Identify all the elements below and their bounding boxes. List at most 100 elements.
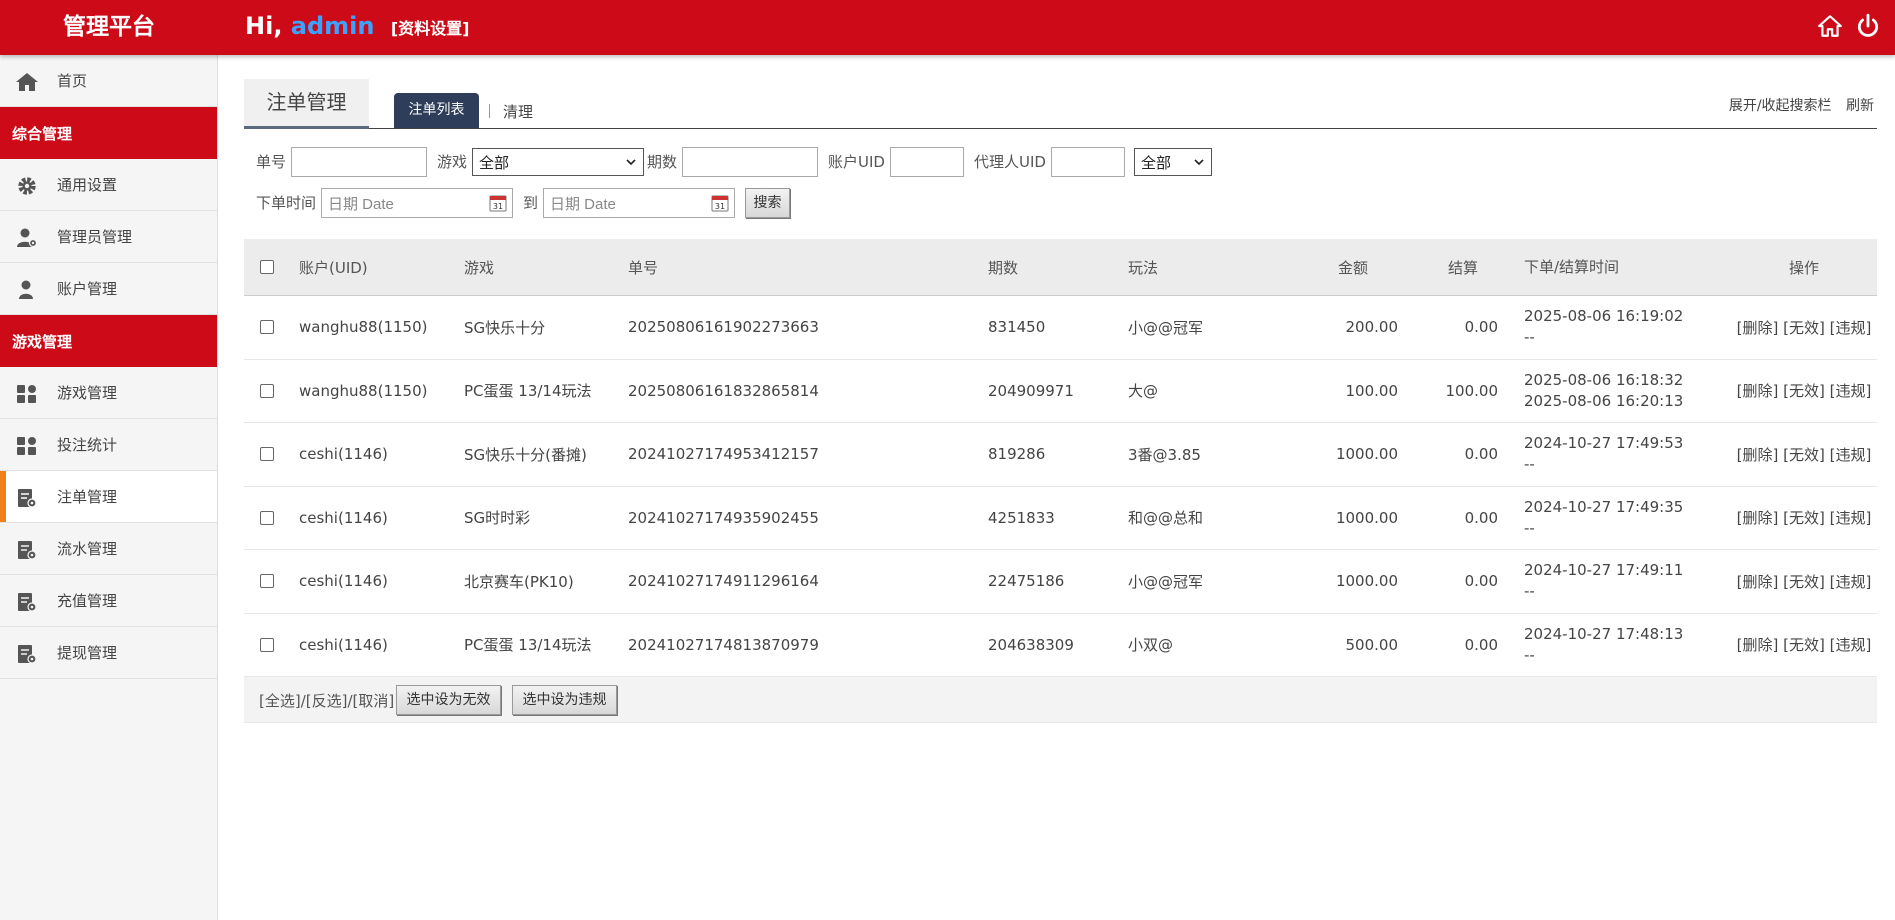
document-settings-icon — [15, 591, 39, 613]
sidebar-item-flow-mgmt[interactable]: 流水管理 — [0, 523, 217, 575]
mark-violation-button[interactable]: 选中设为违规 — [512, 685, 617, 715]
row-actions[interactable]: [删除] [无效] [违规] — [1734, 296, 1874, 359]
period-input[interactable] — [682, 147, 818, 177]
toggle-search-link[interactable]: 展开/收起搜索栏 — [1729, 98, 1832, 114]
header-time: 下单/结算时间 — [1524, 257, 1620, 276]
home-icon[interactable] — [1817, 13, 1843, 39]
row-time: 2025-08-06 16:18:32 2025-08-06 16:20:13 — [1524, 360, 1724, 423]
sidebar: 首页 综合管理 通用设置 管理员管理 账户管理 游戏管理 游戏管理 投注统计 注… — [0, 55, 218, 920]
tab-divider — [489, 104, 490, 118]
user-gear-icon — [15, 227, 39, 249]
calendar-icon[interactable]: 31 — [710, 193, 730, 213]
mark-invalid-button[interactable]: 选中设为无效 — [396, 685, 501, 715]
row-settle: 0.00 — [1464, 508, 1498, 527]
order-no-input[interactable] — [291, 147, 427, 177]
table-row: wanghu88(1150) PC蛋蛋 13/14玩法 202508061618… — [244, 359, 1877, 423]
row-game: 北京赛车(PK10) — [464, 572, 574, 591]
start-date-input[interactable]: 日期 Date 31 — [321, 188, 513, 218]
row-order-no: 20241027174953412157 — [628, 445, 819, 464]
row-account: wanghu88(1150) — [299, 381, 428, 400]
status-select-value: 全部 — [1141, 154, 1172, 172]
document-settings-icon — [15, 643, 39, 665]
row-actions[interactable]: [删除] [无效] [违规] — [1734, 550, 1874, 613]
sidebar-item-label: 通用设置 — [57, 176, 118, 194]
row-order-time: 2024-10-27 17:48:13 — [1524, 624, 1684, 643]
sidebar-item-label: 投注统计 — [57, 436, 118, 454]
row-order-no: 20241027174935902455 — [628, 508, 819, 527]
sidebar-item-label: 提现管理 — [57, 644, 118, 662]
row-play: 小双@ — [1128, 636, 1174, 655]
sidebar-item-withdraw-mgmt[interactable]: 提现管理 — [0, 627, 217, 679]
row-account: ceshi(1146) — [299, 635, 388, 654]
header-account: 账户(UID) — [299, 258, 368, 277]
row-time: 2025-08-06 16:19:02 -- — [1524, 296, 1724, 359]
table-row: ceshi(1146) PC蛋蛋 13/14玩法 202410271748138… — [244, 613, 1877, 677]
header-play: 玩法 — [1128, 258, 1159, 277]
status-select[interactable]: 全部 — [1134, 148, 1212, 176]
sidebar-item-home[interactable]: 首页 — [0, 55, 217, 107]
select-all-checkbox[interactable] — [259, 260, 274, 274]
sidebar-item-label: 首页 — [57, 72, 88, 90]
svg-text:31: 31 — [715, 202, 725, 211]
apps-icon — [15, 383, 39, 405]
calendar-icon[interactable]: 31 — [488, 193, 508, 213]
chevron-down-icon — [626, 159, 636, 166]
row-actions[interactable]: [删除] [无效] [违规] — [1734, 614, 1874, 677]
header-ops: 操作 — [1788, 258, 1819, 277]
search-button[interactable]: 搜索 — [745, 188, 790, 218]
page-title: 注单管理 — [244, 79, 369, 129]
sidebar-item-order-mgmt[interactable]: 注单管理 — [0, 471, 217, 523]
row-account: ceshi(1146) — [299, 572, 388, 591]
sidebar-item-game-mgmt[interactable]: 游戏管理 — [0, 367, 217, 419]
sidebar-item-recharge-mgmt[interactable]: 充值管理 — [0, 575, 217, 627]
row-checkbox[interactable] — [259, 510, 274, 525]
agent-uid-input[interactable] — [1051, 147, 1125, 177]
row-checkbox[interactable] — [259, 574, 274, 589]
start-date-placeholder: 日期 Date — [328, 196, 394, 213]
game-select[interactable]: 全部 — [472, 148, 644, 176]
row-period: 204638309 — [988, 635, 1074, 654]
row-settle-time: -- — [1524, 328, 1535, 347]
uid-input[interactable] — [890, 147, 964, 177]
sidebar-item-admin-mgmt[interactable]: 管理员管理 — [0, 211, 217, 263]
header-amount: 金额 — [1337, 258, 1368, 277]
header-settle: 结算 — [1447, 258, 1478, 277]
sidebar-item-account-mgmt[interactable]: 账户管理 — [0, 263, 217, 315]
refresh-link[interactable]: 刷新 — [1846, 98, 1874, 114]
row-checkbox[interactable] — [259, 320, 274, 335]
sidebar-item-bet-stats[interactable]: 投注统计 — [0, 419, 217, 471]
row-settle: 0.00 — [1464, 635, 1498, 654]
row-checkbox[interactable] — [259, 383, 274, 398]
row-actions[interactable]: [删除] [无效] [违规] — [1734, 423, 1874, 486]
row-checkbox[interactable] — [259, 637, 274, 652]
row-settle: 100.00 — [1445, 381, 1499, 400]
sidebar-section-game: 游戏管理 — [0, 315, 217, 367]
main-content: 注单管理 注单列表 清理 展开/收起搜索栏 刷新 单号 游戏 全部 期数 账户U… — [244, 55, 1877, 723]
top-header: 管理平台 Hi, admin [资料设置] — [0, 0, 1895, 55]
row-order-time: 2025-08-06 16:19:02 — [1524, 307, 1684, 326]
row-actions[interactable]: [删除] [无效] [违规] — [1734, 487, 1874, 550]
search-panel: 单号 游戏 全部 期数 账户UID 代理人UID 全部 下单时间 日期 Date… — [244, 129, 1877, 239]
gear-icon — [15, 175, 39, 197]
period-label: 期数 — [647, 153, 678, 171]
apps-icon — [15, 435, 39, 457]
svg-text:31: 31 — [493, 202, 503, 211]
table-row: wanghu88(1150) SG快乐十分 202508061619022736… — [244, 296, 1877, 360]
sidebar-item-general-settings[interactable]: 通用设置 — [0, 159, 217, 211]
home-icon — [15, 71, 39, 93]
row-actions[interactable]: [删除] [无效] [违规] — [1734, 360, 1874, 423]
row-settle-time: -- — [1524, 455, 1535, 474]
tab-clear[interactable]: 清理 — [503, 101, 533, 122]
row-period: 204909971 — [988, 381, 1074, 400]
row-order-time: 2025-08-06 16:18:32 — [1524, 370, 1684, 389]
profile-settings-link[interactable]: [资料设置] — [391, 19, 470, 38]
select-all-invert-cancel-links[interactable]: [全选]/[反选]/[取消] — [259, 690, 394, 711]
end-date-input[interactable]: 日期 Date 31 — [543, 188, 735, 218]
row-time: 2024-10-27 17:49:35 -- — [1524, 487, 1724, 550]
tab-order-list[interactable]: 注单列表 — [394, 93, 479, 128]
row-settle: 0.00 — [1464, 445, 1498, 464]
power-icon[interactable] — [1855, 13, 1881, 39]
row-checkbox[interactable] — [259, 447, 274, 462]
sidebar-item-label: 充值管理 — [57, 592, 118, 610]
username: admin — [290, 12, 375, 40]
